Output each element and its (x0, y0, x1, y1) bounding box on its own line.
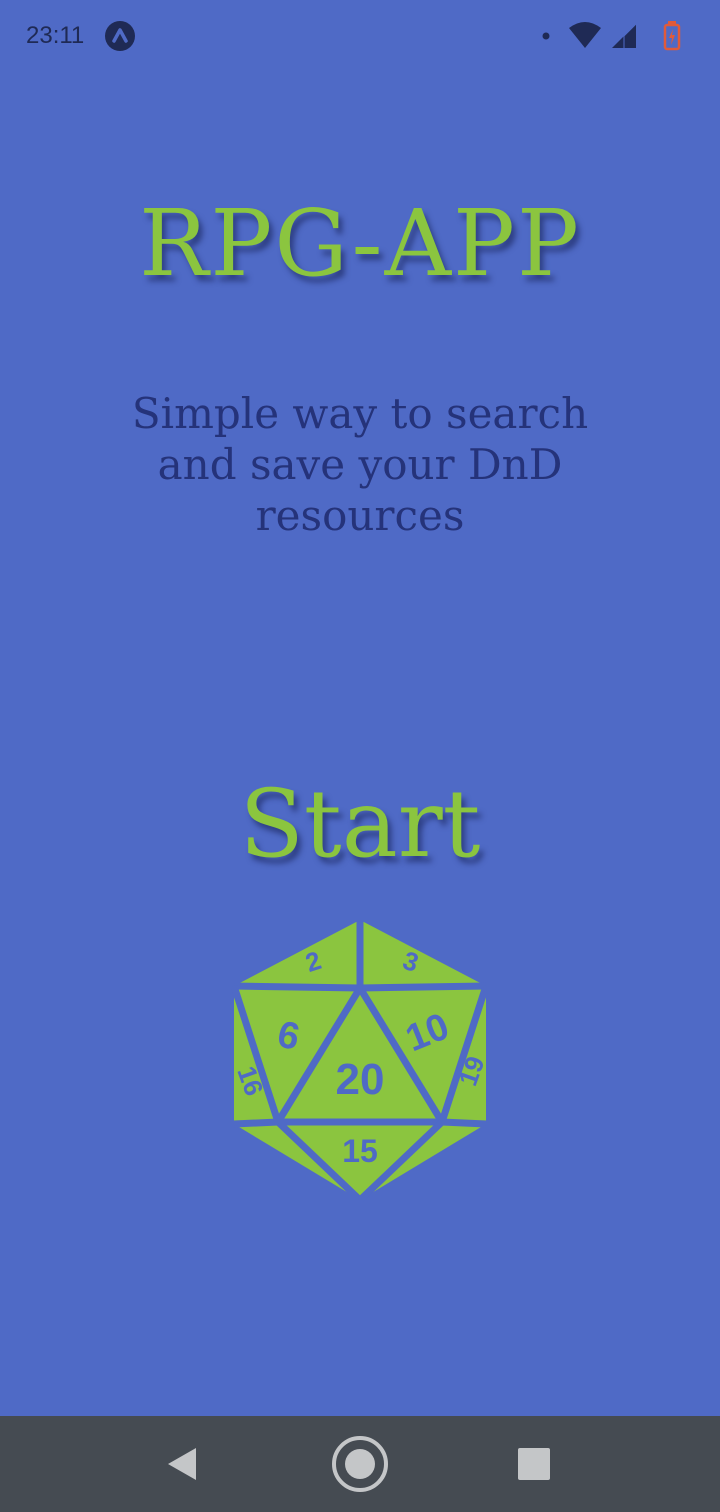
status-time: 23:11 (26, 22, 85, 49)
dot-icon (542, 32, 550, 40)
navigation-bar (0, 1416, 720, 1512)
battery-charging-icon (663, 21, 681, 51)
start-button[interactable]: Start (160, 770, 560, 879)
status-icons (538, 20, 698, 52)
status-bar: 23:11 (0, 0, 720, 72)
signal-icon (612, 23, 637, 48)
app-notification-icon (105, 21, 135, 51)
back-icon[interactable] (152, 1434, 212, 1494)
recents-icon[interactable] (504, 1434, 564, 1494)
wifi-icon (569, 22, 601, 48)
d20-dice-icon[interactable]: 2 3 6 10 20 16 19 15 (228, 918, 492, 1202)
app-title: RPG-APP (139, 190, 581, 297)
app-subtitle: Simple way to search and save your DnD r… (131, 389, 589, 540)
dice-face-label: 20 (336, 1055, 385, 1104)
home-icon[interactable] (330, 1434, 390, 1494)
dice-face-label: 15 (342, 1133, 378, 1169)
